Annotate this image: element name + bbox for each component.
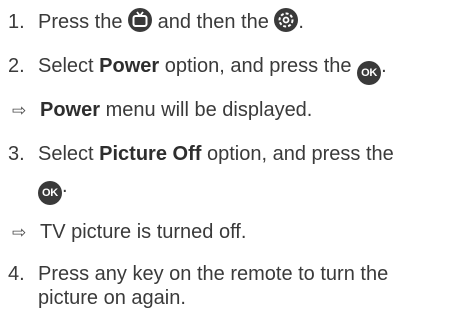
step-text: Select: [38, 143, 100, 165]
step-text: .: [298, 11, 304, 33]
result-text: menu will be displayed.: [100, 99, 313, 121]
step-3-continued: OK.: [38, 174, 68, 205]
gear-icon: [274, 8, 299, 32]
step-2-result: ⇨ Power menu will be displayed.: [0, 98, 312, 123]
step-number: 3.: [8, 143, 25, 165]
step-number: 2.: [8, 55, 25, 77]
result-text: TV picture is turned off.: [40, 221, 247, 243]
step-text: .: [381, 55, 387, 77]
tv-icon: [128, 8, 153, 32]
step-2: 2. Select Power option, and press the OK.: [0, 54, 387, 85]
result-arrow-icon: ⇨: [12, 101, 27, 120]
step-text: Select: [38, 55, 100, 77]
step-1: 1. Press the and then the .: [0, 8, 304, 34]
step-text: picture on again.: [38, 287, 186, 309]
ok-button-icon: OK: [38, 181, 62, 205]
option-name: Power: [99, 55, 160, 77]
step-text: and then the: [152, 11, 275, 33]
step-text: .: [62, 175, 68, 197]
step-3-result: ⇨ TV picture is turned off.: [0, 220, 246, 245]
step-number: 4.: [8, 263, 25, 285]
step-4-continued: picture on again.: [38, 286, 186, 310]
menu-name: Power: [40, 99, 101, 121]
step-4: 4. Press any key on the remote to turn th…: [0, 262, 388, 286]
step-text: option, and press the: [159, 55, 358, 77]
step-text: Press any key on the remote to turn the: [38, 263, 389, 285]
step-text: Press the: [38, 11, 129, 33]
result-arrow-icon: ⇨: [12, 223, 27, 242]
option-name: Picture Off: [99, 143, 202, 165]
step-number: 1.: [8, 11, 25, 33]
step-3: 3. Select Picture Off option, and press t…: [0, 142, 394, 166]
step-text: option, and press the: [201, 143, 394, 165]
ok-button-icon: OK: [357, 61, 382, 85]
